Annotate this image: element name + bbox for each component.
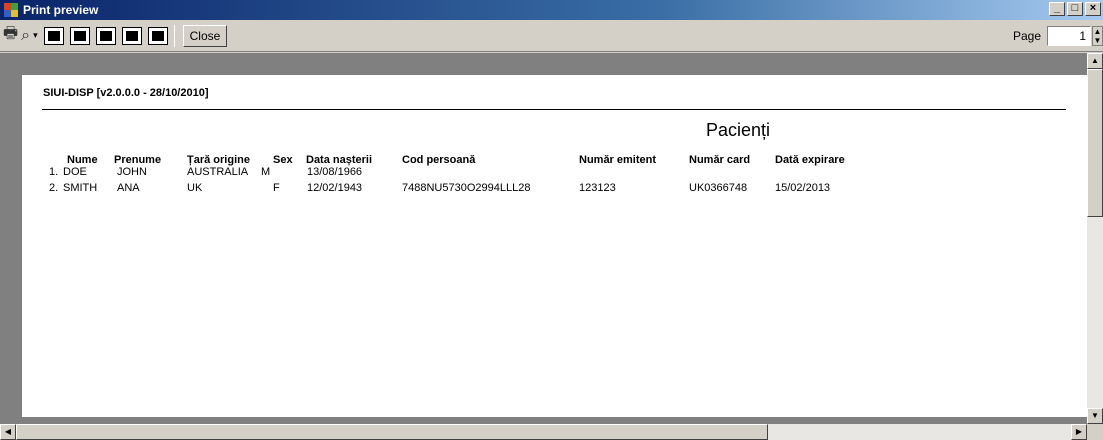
table-cell: 12/02/1943 [307,182,363,194]
table-cell: 123123 [579,182,616,194]
print-button[interactable]: 🖶 [3,25,18,47]
table-cell: DOE [63,166,87,178]
magnifier-icon: ⌕ [21,26,31,44]
header-divider [42,109,1066,110]
maximize-button[interactable]: □ [1067,2,1083,16]
title-bar: Print preview _ □ × [0,0,1103,20]
table-cell: AUSTRALIA [187,166,249,178]
scroll-right-icon[interactable]: ▶ [1071,424,1087,440]
column-header-prenume: Prenume [114,154,162,166]
toolbar: 🖶 ⌕ ▾ Close Page 1 ▲ ▼ [0,20,1103,52]
toolbar-separator [173,24,175,47]
table-cell: 7488NU5730O2994LLL28 [402,182,531,194]
printer-icon: 🖶 [3,25,19,42]
minimize-button[interactable]: _ [1049,2,1065,16]
horizontal-scrollbar[interactable]: ◀ ▶ [0,424,1087,440]
dropdown-arrow-icon: ▾ [33,30,38,40]
preview-viewport: ▲ ▼ ◀ ▶ [0,53,1103,440]
close-button[interactable]: Close [182,24,228,47]
column-header-sex: Sex [273,154,293,166]
column-header-data-nasterii: Data nașterii [306,154,373,166]
table-cell: UK0366748 [689,182,748,194]
vertical-scrollbar[interactable]: ▲ ▼ [1087,53,1103,424]
six-pages-button[interactable] [147,26,168,45]
vertical-scroll-thumb[interactable] [1087,69,1103,217]
column-header-nume: Nume [67,154,98,166]
table-cell: 13/08/1966 [307,166,363,178]
app-icon [3,2,19,18]
page-sheet [22,75,1088,417]
report-title: Pacienți [706,120,771,140]
table-cell: JOHN [117,166,147,178]
horizontal-scroll-thumb[interactable] [16,424,768,440]
three-pages-button[interactable] [95,26,116,45]
row-index: 1. [49,166,59,178]
page-label: Page [1012,29,1041,43]
column-header-cod-persoana: Cod persoană [402,154,476,166]
column-header-tara-origine: Țară origine [187,154,250,166]
window-title: Print preview [23,3,99,17]
scroll-left-icon[interactable]: ◀ [0,424,16,440]
page-number-input[interactable]: 1 [1047,26,1091,46]
four-pages-button[interactable] [121,26,142,45]
column-header-data-expirare: Dată expirare [775,154,845,166]
scroll-down-icon[interactable]: ▼ [1087,408,1103,424]
column-header-numar-emitent: Număr emitent [579,154,657,166]
table-cell: F [273,182,280,194]
table-cell: 15/02/2013 [775,182,831,194]
page-spinner[interactable]: ▲ ▼ [1092,26,1103,46]
scroll-corner [1087,424,1103,440]
one-page-button[interactable] [43,26,64,45]
scroll-up-icon[interactable]: ▲ [1087,53,1103,69]
table-cell: ANA [117,182,140,194]
close-window-button[interactable]: × [1085,2,1101,16]
zoom-button[interactable]: ⌕ ▾ [21,25,38,47]
table-cell: UK [187,182,203,194]
column-header-numar-card: Număr card [689,154,751,166]
table-cell: M [261,166,271,178]
two-pages-button[interactable] [69,26,90,45]
table-cell: SMITH [63,182,98,194]
report-header: SIUI-DISP [v2.0.0.0 - 28/10/2010] [43,87,209,99]
row-index: 2. [49,182,59,194]
